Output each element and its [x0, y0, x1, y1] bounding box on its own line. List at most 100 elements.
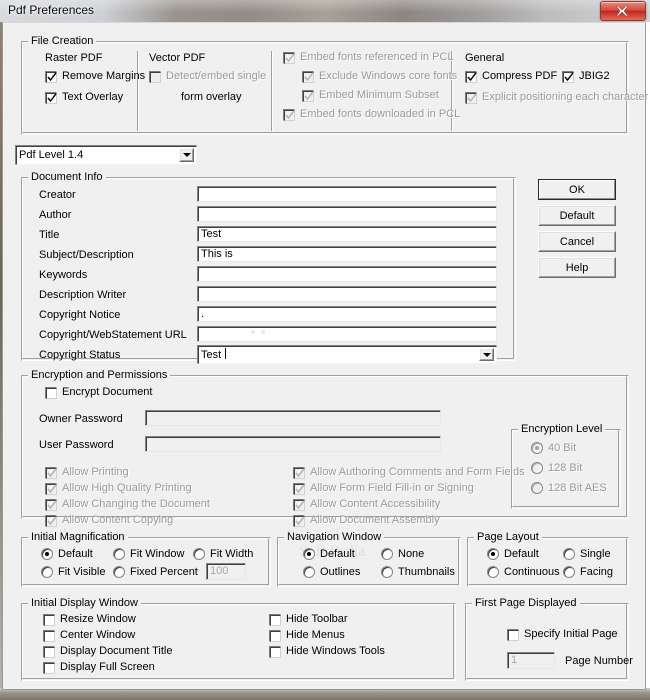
default-button[interactable]: Default: [538, 205, 616, 226]
checkbox-label: Allow Changing the Document: [62, 498, 210, 510]
label-copyright-status: Copyright Status: [39, 349, 121, 361]
copyright-status-value: Test: [201, 349, 222, 361]
check-icon: [564, 72, 574, 82]
label-copyright-notice: Copyright Notice: [39, 309, 121, 321]
dropdown-button[interactable]: [179, 148, 194, 162]
group-first-page-displayed: First Page Displayed Specify Initial Pag…: [465, 597, 633, 681]
check-icon: [47, 468, 57, 478]
checkbox-box: [283, 109, 295, 121]
radio-label: 128 Bit: [548, 462, 583, 474]
checkbox-label: Remove Margins: [62, 70, 146, 82]
ok-button[interactable]: OK: [538, 179, 616, 200]
checkbox-label: Explicit positioning each character: [482, 91, 649, 103]
checkbox-label: Resize Window: [60, 613, 136, 625]
subject-input[interactable]: This is: [197, 246, 497, 262]
check-icon: [295, 468, 305, 478]
checkbox-box: [293, 467, 305, 479]
check-icon: [47, 500, 57, 510]
checkbox-label: Allow Printing: [62, 466, 129, 478]
description-writer-input[interactable]: [197, 286, 497, 302]
user-password-input[interactable]: [145, 436, 441, 452]
checkbox-box: [45, 467, 57, 479]
author-input[interactable]: [197, 206, 497, 222]
copyright-status-combo[interactable]: Test: [197, 345, 497, 364]
help-button[interactable]: Help: [538, 257, 616, 278]
keywords-input[interactable]: [197, 266, 497, 282]
label-user-password: User Password: [39, 439, 114, 451]
help-button-label: Help: [565, 262, 589, 274]
radio-label: Single: [580, 548, 611, 560]
radio-label: Outlines: [320, 566, 361, 578]
checkbox-label: Hide Menus: [286, 629, 345, 641]
group-caption-encryption: Encryption and Permissions: [28, 369, 171, 381]
ok-button-label: OK: [569, 184, 585, 196]
radio-label: Default: [320, 548, 355, 560]
radio-circle: [531, 442, 543, 454]
owner-password-input[interactable]: [145, 410, 441, 426]
radio-label: Default: [58, 548, 93, 560]
check-icon: [285, 110, 295, 120]
group-encryption-permissions: Encryption and Permissions Encrypt Docum…: [21, 369, 629, 527]
dropdown-button[interactable]: [479, 348, 494, 361]
group-caption-initial-magnification: Initial Magnification: [28, 531, 128, 543]
radio-circle: [563, 566, 575, 578]
group-caption-navigation-window: Navigation Window: [284, 531, 385, 543]
group-caption-encryption-level: Encryption Level: [518, 423, 606, 435]
radio-label: None: [398, 548, 425, 560]
radio-label: Fixed Percent: [130, 566, 198, 578]
label-title: Title: [39, 229, 60, 241]
checkbox-box: [293, 515, 305, 527]
label-copyright-url: Copyright/WebStatement URL: [39, 329, 187, 341]
title-input[interactable]: Test: [197, 226, 497, 242]
fixed-percent-input[interactable]: 100: [206, 563, 246, 580]
checkbox-label: Exclude Windows core fonts: [319, 70, 458, 82]
radio-label: Fit Window: [130, 548, 185, 560]
heading-vector-pdf: Vector PDF: [149, 52, 206, 64]
separator: [137, 51, 139, 131]
radio-circle: [487, 566, 499, 578]
checkbox-box: [465, 92, 477, 104]
radio-circle: [113, 566, 125, 578]
radio-circle: [531, 482, 543, 494]
default-button-label: Default: [559, 210, 595, 222]
cancel-button[interactable]: Cancel: [538, 231, 616, 252]
copyright-url-input[interactable]: • •: [197, 326, 497, 342]
checkbox-label: Allow Authoring Comments and Form Fields: [310, 466, 525, 478]
radio-dot: [45, 552, 49, 556]
checkbox-box: [293, 483, 305, 495]
checkbox-label: Center Window: [60, 629, 136, 641]
label-keywords: Keywords: [39, 269, 88, 281]
window-titlebar[interactable]: Pdf Preferences: [0, 0, 650, 22]
radio-circle: [531, 462, 543, 474]
checkbox-box: [43, 662, 55, 674]
check-icon: [295, 484, 305, 494]
creator-input[interactable]: [197, 186, 497, 202]
title-value: Test: [201, 228, 222, 240]
radio-label: Facing: [580, 566, 614, 578]
checkbox-label: Display Document Title: [60, 645, 173, 657]
cancel-button-label: Cancel: [559, 236, 595, 248]
radio-circle: [41, 548, 53, 560]
checkbox-box: [45, 483, 57, 495]
check-icon: [467, 72, 477, 82]
close-button[interactable]: [600, 1, 646, 21]
group-initial-magnification: Initial Magnification Default Fit Window…: [21, 531, 271, 587]
checkbox-box: [283, 52, 295, 64]
fixed-percent-value: 100: [210, 565, 229, 577]
copyright-notice-input[interactable]: .: [197, 306, 497, 322]
checkbox-label: Embed Minimum Subset: [319, 89, 439, 101]
text-caret: [225, 348, 226, 359]
radio-circle: [113, 548, 125, 560]
checkbox-box: [269, 630, 281, 642]
check-icon: [304, 72, 314, 82]
pdf-level-combo[interactable]: Pdf Level 1.4: [15, 145, 197, 165]
checkbox-label: Embed fonts downloaded in PCL: [300, 108, 461, 120]
check-icon: [467, 93, 477, 103]
radio-label: 128 Bit AES: [548, 482, 607, 494]
page-number-input[interactable]: 1: [507, 652, 555, 669]
radio-circle: [487, 548, 499, 560]
check-icon: [295, 516, 305, 526]
label-page-number: Page Number: [565, 655, 633, 667]
checkbox-label: Encrypt Document: [62, 386, 153, 398]
check-icon: [47, 484, 57, 494]
